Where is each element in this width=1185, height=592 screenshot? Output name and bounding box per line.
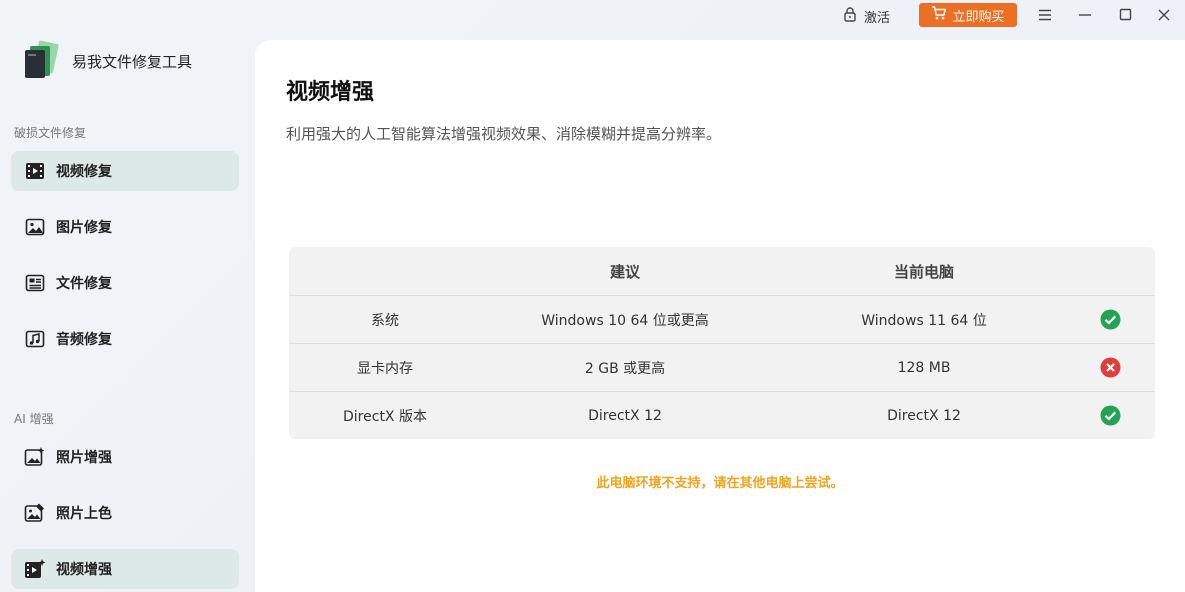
maximize-icon: [1119, 6, 1132, 25]
music-icon: [24, 328, 46, 350]
video-enhance-icon: [24, 558, 46, 580]
main-panel: 视频增强 利用强大的人工智能算法增强视频效果、消除模糊并提高分辨率。 建议 当前…: [255, 40, 1185, 592]
row-recommended: 2 GB 或更高: [584, 360, 666, 377]
sidebar-item-label: 文件修复: [56, 276, 112, 292]
close-button[interactable]: [1152, 4, 1176, 26]
row-item: 系统: [371, 312, 399, 329]
minimize-icon: [1078, 6, 1092, 25]
table-row: 系统 Windows 10 64 位或更高 Windows 11 64 位: [289, 295, 1155, 343]
requirements-table: 建议 当前电脑 系统 Windows 10 64 位或更高 Windows 11…: [289, 247, 1155, 439]
activate-label: 激活: [864, 10, 891, 26]
sidebar-item-photo-colorize[interactable]: 照片上色: [11, 493, 239, 533]
photo-enhance-icon: [24, 446, 46, 468]
app-logo: [22, 40, 62, 80]
error-icon: [1099, 357, 1121, 379]
page-description: 利用强大的人工智能算法增强视频效果、消除模糊并提高分辨率。: [286, 125, 722, 143]
row-item: 显卡内存: [357, 360, 413, 377]
app-title: 易我文件修复工具: [72, 53, 193, 71]
page-title: 视频增强: [286, 80, 375, 105]
row-recommended: Windows 10 64 位或更高: [541, 312, 709, 329]
row-current: 128 MB: [897, 359, 951, 376]
maximize-button[interactable]: [1113, 4, 1137, 26]
activate-button[interactable]: 激活: [842, 5, 890, 27]
check-icon: [1099, 405, 1121, 427]
sidebar-item-audio-repair[interactable]: 音频修复: [11, 319, 239, 359]
unsupported-warning: 此电脑环境不支持，请在其他电脑上尝试。: [596, 476, 844, 491]
table-header: 建议 当前电脑: [289, 247, 1155, 295]
row-current: DirectX 12: [887, 407, 961, 424]
menu-button[interactable]: [1033, 4, 1057, 26]
column-header-recommended: 建议: [609, 262, 640, 281]
row-current: Windows 11 64 位: [861, 312, 987, 329]
minimize-button[interactable]: [1073, 4, 1097, 26]
table-row: DirectX 版本 DirectX 12 DirectX 12: [289, 391, 1155, 439]
sidebar-item-video-enhance[interactable]: 视频增强: [11, 549, 239, 589]
section-title-ai: AI 增强: [14, 412, 54, 426]
menu-icon: [1038, 6, 1052, 25]
image-icon: [24, 216, 46, 238]
film-icon: [24, 160, 46, 182]
row-item: DirectX 版本: [343, 408, 427, 425]
lock-icon: [842, 6, 858, 26]
close-icon: [1158, 6, 1170, 25]
table-row: 显卡内存 2 GB 或更高 128 MB: [289, 343, 1155, 391]
cart-icon: [931, 5, 947, 25]
sidebar: 易我文件修复工具 破损文件修复 视频修复 图片修复 文件修复 音频修复 AI 增…: [0, 0, 255, 592]
sidebar-item-label: 音频修复: [56, 332, 112, 348]
sidebar-item-label: 照片增强: [56, 450, 112, 466]
sidebar-item-label: 图片修复: [56, 220, 112, 236]
sidebar-item-photo-enhance[interactable]: 照片增强: [11, 437, 239, 477]
check-icon: [1099, 309, 1121, 331]
sidebar-item-image-repair[interactable]: 图片修复: [11, 207, 239, 247]
buy-now-button[interactable]: 立即购买: [919, 3, 1017, 27]
row-recommended: DirectX 12: [588, 407, 662, 424]
sidebar-item-video-repair[interactable]: 视频修复: [11, 151, 239, 191]
buy-now-label: 立即购买: [952, 9, 1005, 25]
photo-colorize-icon: [24, 502, 46, 524]
sidebar-item-file-repair[interactable]: 文件修复: [11, 263, 239, 303]
sidebar-item-label: 视频修复: [56, 164, 112, 180]
sidebar-item-label: 照片上色: [56, 506, 112, 522]
column-header-current: 当前电脑: [893, 262, 954, 281]
document-icon: [24, 272, 46, 294]
section-title-repair: 破损文件修复: [14, 126, 87, 140]
sidebar-item-label: 视频增强: [56, 562, 112, 578]
